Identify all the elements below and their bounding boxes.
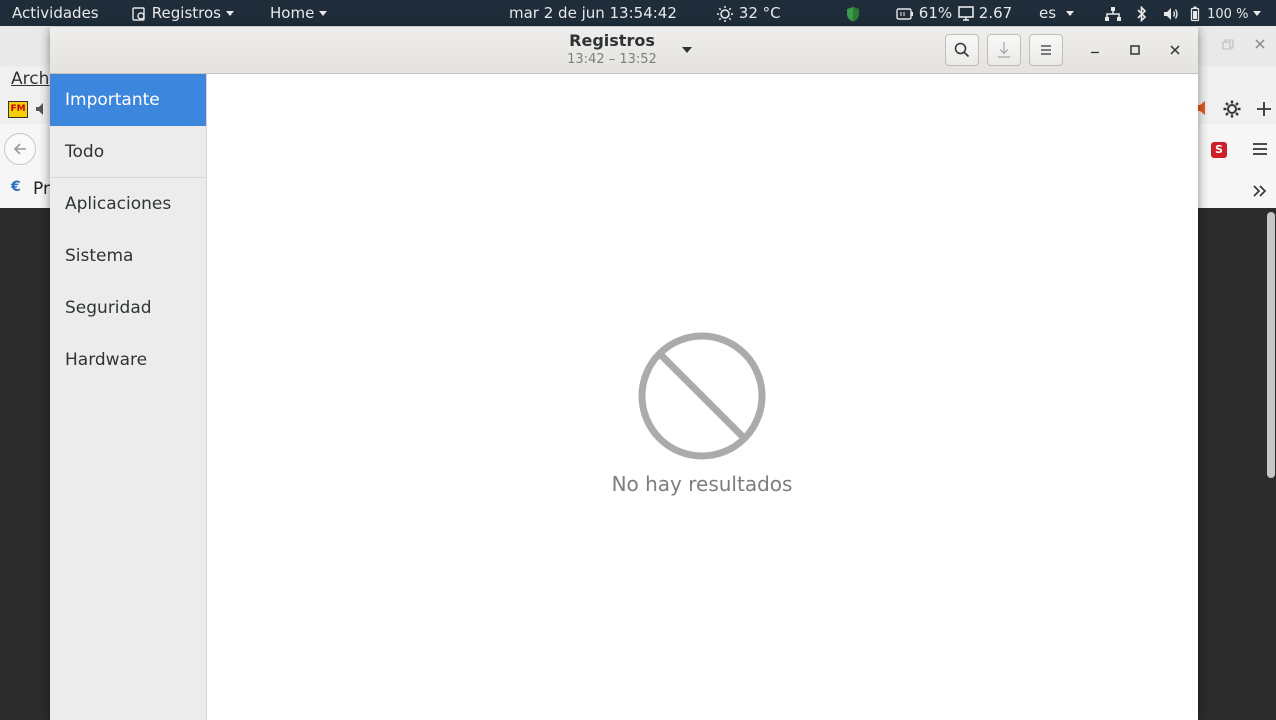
sidebar-item-aplicaciones[interactable]: Aplicaciones	[50, 178, 206, 230]
time-range-dropdown-arrow[interactable]	[682, 47, 692, 53]
category-sidebar: Importante Todo Aplicaciones Sistema Seg…	[50, 74, 207, 720]
arrow-left-icon	[13, 143, 26, 155]
hamburger-menu-icon	[1041, 45, 1051, 55]
power-percentage: 100 %	[1207, 7, 1249, 22]
shield-indicator[interactable]	[845, 0, 861, 26]
battery-indicator[interactable]: 61%	[896, 0, 952, 26]
system-load-indicator[interactable]: 2.67	[958, 0, 1012, 26]
sidebar-item-seguridad[interactable]: Seguridad	[50, 282, 206, 334]
battery-status-icon	[1191, 6, 1200, 21]
close-icon[interactable]	[1254, 38, 1266, 50]
weather-sun-cloud-icon	[717, 5, 733, 22]
shield-icon	[847, 6, 859, 21]
hamburger-menu-icon[interactable]	[1252, 142, 1268, 156]
close-button[interactable]	[1161, 36, 1189, 64]
chevron-down-icon	[1066, 11, 1075, 16]
chevron-down-icon	[319, 11, 328, 16]
weather-temp: 32 °C	[738, 4, 781, 22]
activities-button[interactable]: Actividades	[12, 0, 99, 26]
weather-indicator[interactable]: 32 °C	[716, 0, 781, 26]
home-menu[interactable]: Home	[270, 0, 328, 26]
sidebar-item-importante[interactable]: Importante	[50, 74, 206, 126]
gear-icon[interactable]	[1223, 100, 1241, 118]
main-menu-button[interactable]	[1029, 34, 1063, 66]
plus-icon[interactable]	[1256, 101, 1272, 117]
search-button[interactable]	[945, 34, 979, 66]
sidebar-item-sistema[interactable]: Sistema	[50, 230, 206, 282]
keyboard-layout-label: es	[1039, 4, 1057, 22]
header-bar: Registros 13:42 – 13:52	[50, 27, 1198, 74]
euro-icon: €	[11, 179, 21, 195]
s-extension-badge[interactable]: S	[1211, 142, 1227, 158]
back-button[interactable]	[4, 133, 36, 165]
app-menu-label: Registros	[151, 4, 221, 22]
browser-menu-archivo[interactable]: Arch	[11, 69, 49, 89]
logs-app-icon	[132, 6, 145, 21]
monitor-icon	[958, 6, 974, 21]
close-icon	[1170, 45, 1180, 55]
battery-percentage: 61%	[918, 4, 953, 22]
empty-state-message: No hay resultados	[611, 472, 793, 496]
log-content-area: No hay resultados	[207, 74, 1198, 720]
network-wired-icon	[1105, 6, 1121, 21]
restore-icon[interactable]	[1222, 39, 1234, 51]
search-icon	[954, 42, 970, 58]
clock[interactable]: mar 2 de jun 13:54:42	[509, 0, 677, 26]
volume-icon	[1163, 7, 1178, 20]
minimize-button[interactable]	[1081, 36, 1109, 64]
chevron-down-icon	[225, 11, 234, 16]
no-results-icon	[638, 332, 766, 460]
sidebar-item-hardware[interactable]: Hardware	[50, 334, 206, 386]
battery-icon	[896, 7, 913, 20]
browser-scrollbar[interactable]	[1267, 212, 1275, 478]
system-load-value: 2.67	[978, 4, 1013, 22]
export-button[interactable]	[987, 34, 1021, 66]
app-menu[interactable]: Registros	[131, 0, 234, 26]
keyboard-layout-menu[interactable]: es	[1039, 0, 1075, 26]
minimize-icon	[1091, 51, 1099, 54]
sidebar-item-todo[interactable]: Todo	[50, 126, 206, 178]
fm-badge[interactable]: FM	[8, 101, 28, 118]
chevron-down-icon	[1253, 11, 1262, 16]
bluetooth-icon	[1137, 5, 1146, 22]
logs-window: Registros 13:42 – 13:52 Importante Todo …	[50, 27, 1198, 720]
top-bar: Actividades Registros Home mar 2 de jun …	[0, 0, 1276, 26]
home-menu-label: Home	[270, 4, 315, 22]
download-icon	[998, 42, 1010, 58]
maximize-button[interactable]	[1121, 36, 1149, 64]
speaker-orange-icon[interactable]	[1196, 100, 1210, 116]
mute-icon[interactable]	[34, 102, 50, 116]
system-status-area[interactable]: 100 %	[1104, 0, 1262, 26]
bookmark-fragment[interactable]: Pr	[33, 179, 50, 199]
maximize-icon	[1130, 45, 1140, 55]
chevron-double-right-icon[interactable]	[1252, 184, 1268, 198]
